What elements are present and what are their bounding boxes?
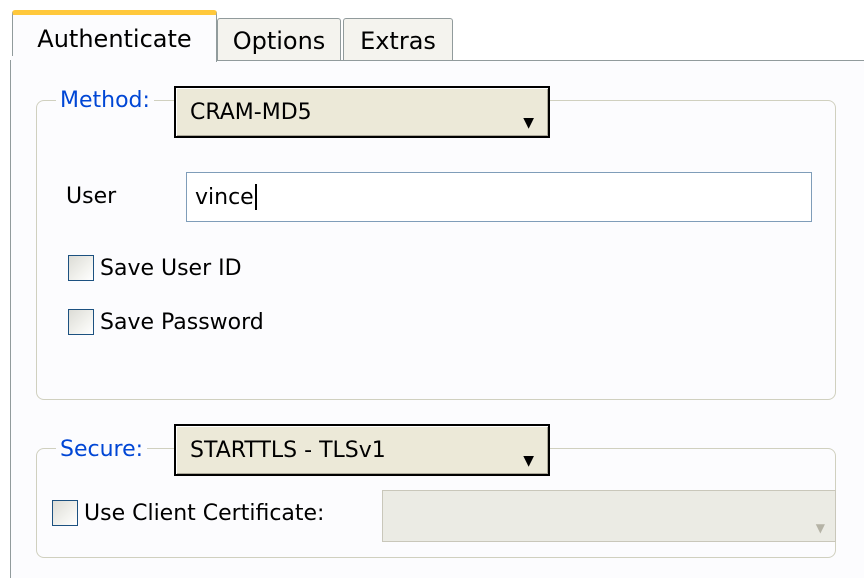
save-user-id-checkbox-row[interactable]: Save User ID	[68, 255, 242, 281]
tab-extras-label: Extras	[360, 26, 436, 55]
chevron-down-icon: ▼	[523, 115, 534, 131]
secure-dropdown-value: STARTTLS - TLSv1	[190, 437, 386, 463]
use-client-certificate-checkbox[interactable]	[52, 500, 78, 526]
save-password-label: Save Password	[100, 309, 264, 335]
chevron-down-icon: ▼	[523, 453, 534, 469]
save-user-id-label: Save User ID	[100, 255, 242, 281]
save-password-checkbox[interactable]	[68, 309, 94, 335]
tab-authenticate-label: Authenticate	[37, 24, 192, 53]
method-groupbox	[36, 100, 836, 400]
user-input[interactable]: vince	[186, 172, 812, 222]
client-certificate-dropdown[interactable]: ▼	[382, 490, 836, 542]
secure-dropdown[interactable]: STARTTLS - TLSv1 ▼	[174, 424, 550, 476]
use-client-certificate-label: Use Client Certificate:	[84, 500, 325, 526]
method-label: Method:	[56, 88, 154, 113]
tab-options[interactable]: Options	[217, 18, 341, 62]
secure-label: Secure:	[56, 437, 148, 462]
authentication-dialog: Authenticate Options Extras Method: CRAM…	[0, 0, 864, 578]
active-tab-connector	[11, 56, 216, 64]
use-client-certificate-row[interactable]: Use Client Certificate:	[52, 500, 324, 526]
user-label: User	[66, 184, 117, 209]
method-dropdown-value: CRAM-MD5	[190, 99, 312, 125]
save-password-checkbox-row[interactable]: Save Password	[68, 309, 264, 335]
text-caret	[254, 184, 257, 210]
tab-options-label: Options	[232, 26, 326, 55]
tab-extras[interactable]: Extras	[343, 18, 453, 62]
save-user-id-checkbox[interactable]	[68, 255, 94, 281]
method-dropdown[interactable]: CRAM-MD5 ▼	[174, 86, 550, 138]
tab-authenticate[interactable]: Authenticate	[12, 10, 217, 62]
chevron-down-icon: ▼	[815, 521, 825, 535]
user-input-value: vince	[195, 184, 254, 210]
